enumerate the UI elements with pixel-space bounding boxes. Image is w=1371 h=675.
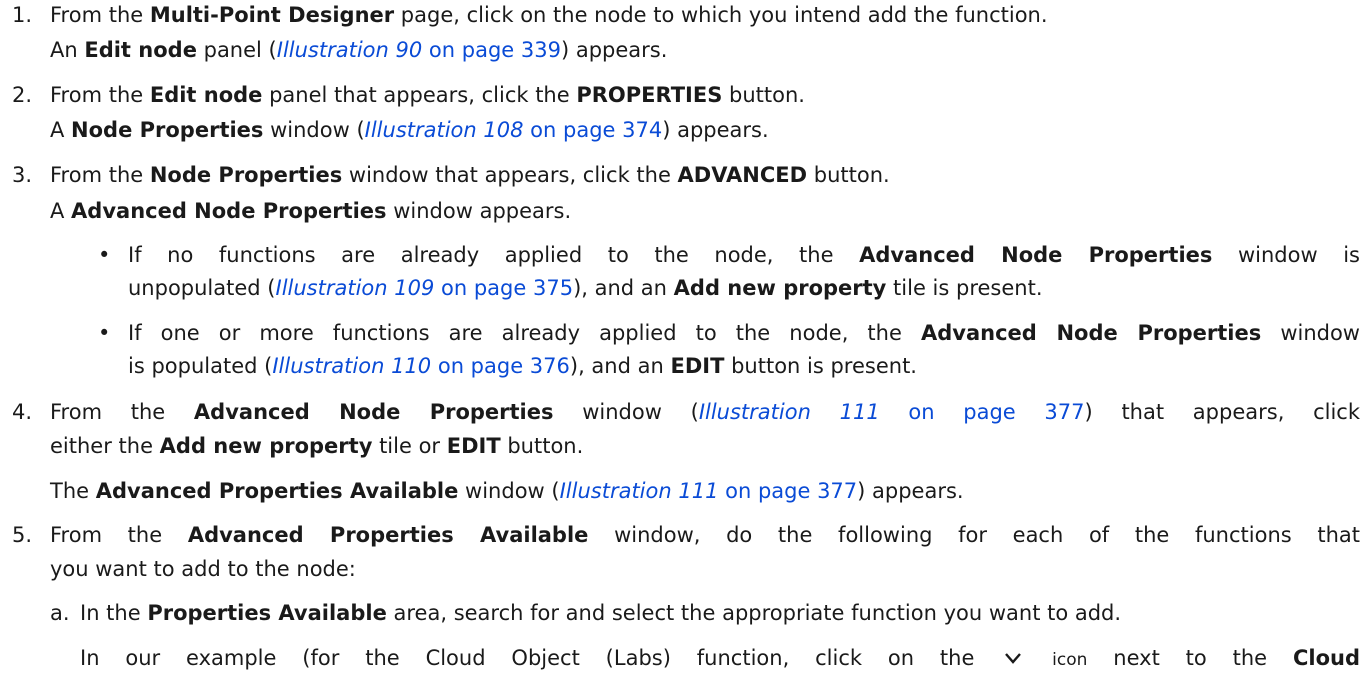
chevron-down-icon — [1004, 645, 1022, 664]
step-number: 4. — [12, 400, 33, 424]
illustration-link[interactable]: Illustration 111 on page 377 — [560, 479, 858, 503]
step-number: 1. — [12, 3, 33, 27]
step-number: 5. — [12, 523, 33, 547]
step-text: From the Multi-Point Designer page, clic… — [50, 3, 1048, 27]
step-number: 2. — [12, 83, 33, 107]
bullet-icon: • — [98, 243, 111, 267]
illustration-link[interactable]: Illustration 110 on page 376 — [272, 354, 570, 378]
illustration-link[interactable]: Illustration 108 on page 374 — [365, 118, 663, 142]
illustration-link[interactable]: Illustration 111 on page 377 — [699, 400, 1085, 424]
substep-letter: a. — [50, 601, 70, 625]
document-page: 1. From the Multi-Point Designer page, c… — [0, 0, 1371, 674]
illustration-link[interactable]: Illustration 90 on page 339 — [277, 38, 561, 62]
step-number: 3. — [12, 163, 33, 187]
bullet-icon: • — [98, 321, 111, 345]
illustration-link[interactable]: Illustration 109 on page 375 — [276, 276, 574, 300]
